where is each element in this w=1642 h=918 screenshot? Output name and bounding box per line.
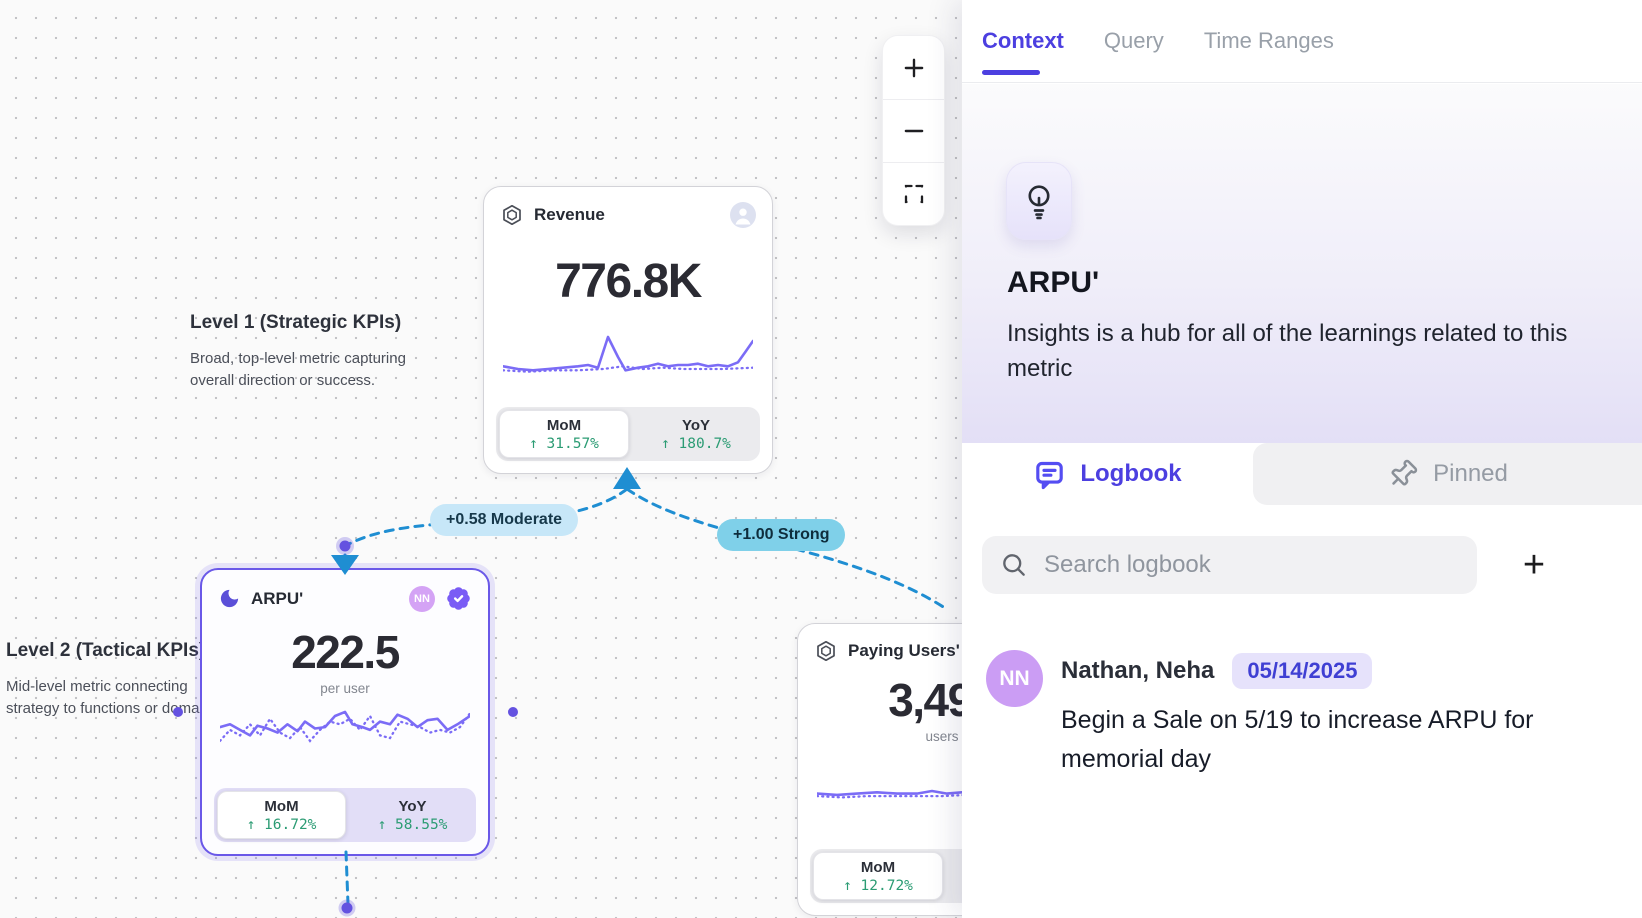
metric-unit: users [798,729,962,744]
entry-content: Nathan, Neha 05/14/2025 Begin a Sale on … [1061,650,1622,779]
stats-row: MoM ↑ 31.57% YoY ↑ 180.7% [496,407,760,461]
metric-value: 222.5 [202,625,488,679]
tab-logbook[interactable]: Logbook [962,443,1253,505]
level1-annotation: Level 1 (Strategic KPIs) Broad, top-leve… [190,312,406,392]
minus-icon [901,118,927,144]
mom-label: MoM [547,417,581,434]
mom-stat[interactable]: MoM ↑ 31.57% [499,410,629,458]
plus-icon [901,55,927,81]
metric-name-heading: ARPU' [1007,266,1099,300]
owner-avatar-icon [730,202,756,228]
moon-icon [218,587,241,610]
metrics-app: Level 1 (Strategic KPIs) Broad, top-leve… [0,0,1642,918]
card-title: Paying Users' [848,641,960,661]
mom-value: ↑ 12.72% [843,878,913,894]
owner-initials-badge: NN [409,586,435,612]
metric-hero-section: ARPU' Insights is a hub for all of the l… [962,84,1642,443]
entry-author: Nathan, Neha [1061,657,1214,685]
metric-hexagon-icon [500,203,524,227]
connection-dot-right[interactable] [508,707,518,717]
logbook-label: Logbook [1080,460,1181,488]
pushpin-icon [1387,458,1419,490]
metric-card-arpu[interactable]: ARPU' NN 222.5 per user MoM ↑ 16.72% [200,568,490,856]
mom-label: MoM [264,798,298,815]
correlation-badge-strong[interactable]: +1.00 Strong [717,519,845,551]
metric-value: 3,499 [798,673,962,727]
add-log-entry-button[interactable]: + [1512,543,1556,587]
level1-title: Level 1 (Strategic KPIs) [190,312,406,334]
entry-date-badge[interactable]: 05/14/2025 [1232,653,1372,689]
mom-label: MoM [861,859,895,876]
sparkline-chart [220,705,470,763]
entry-avatar: NN [986,650,1043,707]
insight-icon-tile [1006,162,1072,240]
metric-card-revenue[interactable]: Revenue 776.8K MoM ↑ 3 [483,186,773,474]
stats-row: MoM ↑ 16.72% YoY ↑ 58.55% [214,788,476,842]
metric-unit: per user [202,681,488,696]
fit-view-button[interactable] [883,162,944,225]
logbook-pinned-tabs: Logbook Pinned [962,443,1642,505]
pinned-label: Pinned [1433,460,1508,488]
level2-line2: strategy to functions or domains. [6,698,223,720]
card-title: Revenue [534,205,605,225]
verified-badge-icon [445,585,472,612]
canvas-zoom-toolbar [882,35,945,226]
connection-dot[interactable] [340,541,351,552]
sparkline-chart [503,325,753,381]
tab-time-ranges[interactable]: Time Ranges [1204,0,1334,82]
level1-line2: overall direction or success. [190,370,406,392]
metric-value: 776.8K [484,254,772,309]
logbook-entry[interactable]: NN Nathan, Neha 05/14/2025 Begin a Sale … [986,650,1622,779]
correlation-badge-moderate[interactable]: +0.58 Moderate [430,504,578,536]
mom-value: ↑ 31.57% [529,436,599,452]
yoy-stat[interactable]: YoY ↑ 180.7% [632,407,760,461]
logbook-chat-icon [1033,458,1066,491]
level2-annotation: Level 2 (Tactical KPIs) Mid-level metric… [6,640,223,720]
metric-card-paying-users[interactable]: Paying Users' 3,499 users MoM ↑ 12.72% [797,623,962,916]
metric-tree-canvas[interactable]: Level 1 (Strategic KPIs) Broad, top-leve… [0,0,962,918]
edge-arpu-down [346,852,348,904]
logbook-search-row: + [962,536,1642,596]
level2-title: Level 2 (Tactical KPIs) [6,640,223,662]
tab-context[interactable]: Context [982,0,1064,82]
mom-stat[interactable]: MoM ↑ 16.72% [217,791,346,839]
sparkline-chart [817,755,962,809]
yoy-value: ↑ 58.55% [378,817,448,833]
zoom-in-button[interactable] [883,36,944,99]
mom-stat[interactable]: MoM ↑ 12.72% [813,852,943,900]
level2-line1: Mid-level metric connecting [6,676,223,698]
connection-dot-halo [339,900,356,917]
fullscreen-icon [902,182,926,206]
connection-dot-halo [336,537,354,555]
yoy-stat[interactable]: YoY ↑ 58.55% [349,788,476,842]
yoy-stat[interactable] [946,849,962,903]
metric-description: Insights is a hub for all of the learnin… [1007,316,1597,386]
search-icon [1000,551,1028,579]
yoy-label: YoY [682,417,710,434]
yoy-value: ↑ 180.7% [661,436,731,452]
level1-line1: Broad, top-level metric capturing [190,348,406,370]
panel-tab-bar: Context Query Time Ranges [962,0,1642,83]
mom-value: ↑ 16.72% [247,817,317,833]
logbook-search-box[interactable] [982,536,1477,594]
tab-query[interactable]: Query [1104,0,1164,82]
metric-hexagon-icon [814,639,838,663]
yoy-label: YoY [398,798,426,815]
search-input[interactable] [1042,550,1459,580]
context-panel: Context Query Time Ranges ARPU' Insights… [962,0,1642,918]
lightbulb-icon [1021,182,1057,220]
zoom-out-button[interactable] [883,99,944,162]
tab-pinned[interactable]: Pinned [1253,443,1642,505]
card-title: ARPU' [251,589,303,609]
connection-dot-bottom[interactable] [342,903,353,914]
stats-row: MoM ↑ 12.72% [810,849,962,903]
entry-text: Begin a Sale on 5/19 to increase ARPU fo… [1061,701,1561,779]
